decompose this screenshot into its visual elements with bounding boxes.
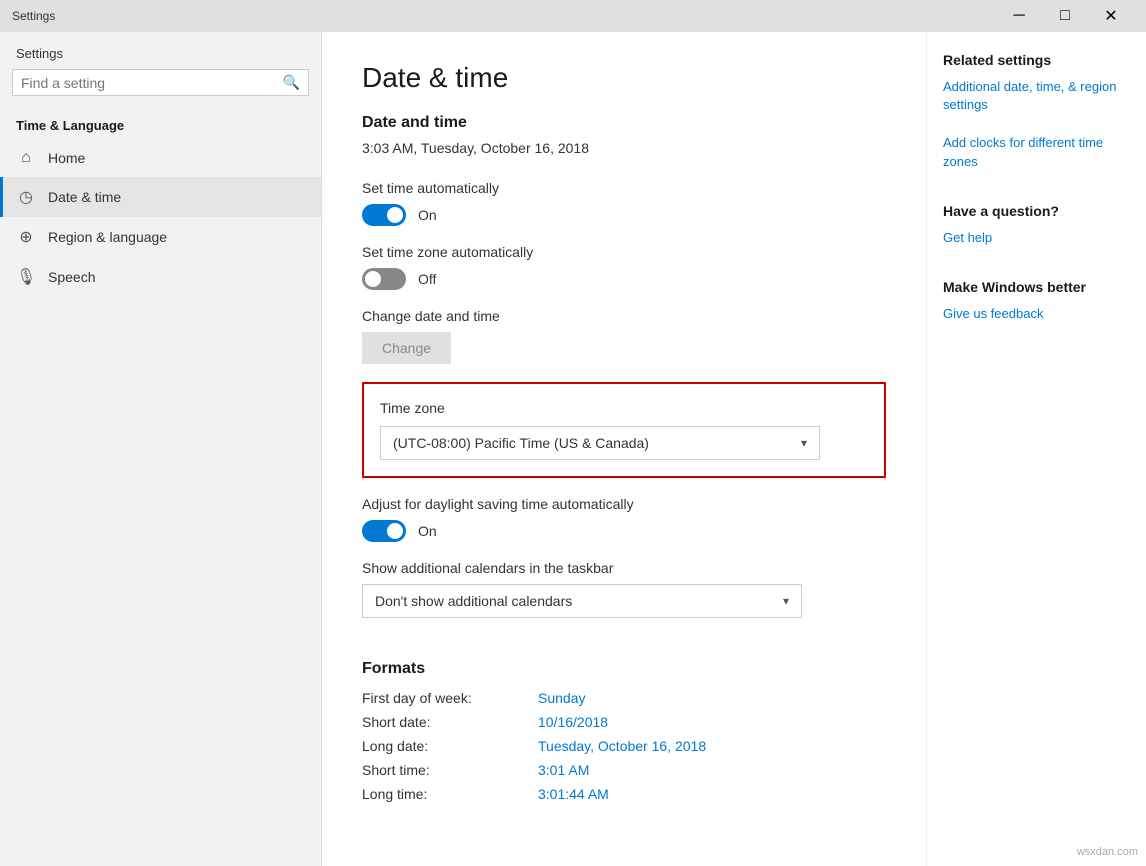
set-time-auto-value: On	[418, 207, 437, 223]
set-timezone-auto-toggle-row: Off	[362, 268, 886, 290]
calendar-label: Show additional calendars in the taskbar	[362, 560, 886, 576]
calendar-dropdown[interactable]: Don't show additional calendars ▾	[362, 584, 802, 618]
search-icon: 🔍	[283, 74, 300, 91]
sidebar-item-label-region: Region & language	[48, 229, 167, 245]
daylight-toggle-row: On	[362, 520, 886, 542]
calendar-value: Don't show additional calendars	[375, 593, 572, 609]
short-time-val[interactable]: 3:01 AM	[538, 762, 886, 778]
toggle-knob	[387, 207, 403, 223]
sidebar-title: Settings	[0, 32, 321, 69]
related-link-clocks[interactable]: Add clocks for different time zones	[943, 134, 1130, 170]
calendar-row: Show additional calendars in the taskbar…	[362, 560, 886, 618]
home-icon: ⌂	[16, 149, 36, 167]
sidebar-item-label-speech: Speech	[48, 269, 95, 285]
first-day-val[interactable]: Sunday	[538, 690, 886, 706]
clock-icon: ◷	[16, 187, 36, 207]
timezone-value: (UTC-08:00) Pacific Time (US & Canada)	[393, 435, 649, 451]
title-bar: Settings ─ □ ✕	[0, 0, 1146, 32]
toggle-knob-tz	[365, 271, 381, 287]
app-body: Settings 🔍 Time & Language ⌂ Home ◷ Date…	[0, 32, 1146, 866]
set-timezone-auto-value: Off	[418, 271, 436, 287]
sidebar-item-label-date-time: Date & time	[48, 189, 121, 205]
close-button[interactable]: ✕	[1088, 0, 1134, 32]
long-date-val[interactable]: Tuesday, October 16, 2018	[538, 738, 886, 754]
sidebar-item-speech[interactable]: 🎙 Speech	[0, 257, 321, 297]
get-help-link[interactable]: Get help	[943, 229, 1130, 247]
sidebar-item-label-home: Home	[48, 150, 85, 166]
related-settings-title: Related settings	[943, 52, 1130, 68]
sidebar-item-region[interactable]: ⊕ Region & language	[0, 217, 321, 257]
related-link-date-time[interactable]: Additional date, time, & region settings	[943, 78, 1130, 114]
daylight-toggle[interactable]	[362, 520, 406, 542]
sidebar-item-home[interactable]: ⌂ Home	[0, 139, 321, 177]
feedback-link[interactable]: Give us feedback	[943, 305, 1130, 323]
short-date-val[interactable]: 10/16/2018	[538, 714, 886, 730]
short-date-key: Short date:	[362, 714, 522, 730]
set-time-auto-toggle[interactable]	[362, 204, 406, 226]
set-time-auto-row: Set time automatically On	[362, 180, 886, 226]
set-time-auto-toggle-row: On	[362, 204, 886, 226]
sidebar: Settings 🔍 Time & Language ⌂ Home ◷ Date…	[0, 32, 322, 866]
change-button[interactable]: Change	[362, 332, 451, 364]
app-title: Settings	[12, 9, 55, 23]
speech-icon: 🎙	[16, 267, 36, 287]
formats-title: Formats	[362, 660, 886, 678]
daylight-row: Adjust for daylight saving time automati…	[362, 496, 886, 542]
maximize-button[interactable]: □	[1042, 0, 1088, 32]
right-panel: Related settings Additional date, time, …	[926, 32, 1146, 866]
region-icon: ⊕	[16, 227, 36, 247]
search-bar[interactable]: 🔍	[12, 69, 309, 96]
sidebar-item-date-time[interactable]: ◷ Date & time	[0, 177, 321, 217]
daylight-label: Adjust for daylight saving time automati…	[362, 496, 886, 512]
formats-grid: First day of week: Sunday Short date: 10…	[362, 690, 886, 802]
toggle-knob-dst	[387, 523, 403, 539]
set-timezone-auto-label: Set time zone automatically	[362, 244, 886, 260]
current-datetime: 3:03 AM, Tuesday, October 16, 2018	[362, 140, 886, 156]
main-content: Date & time Date and time 3:03 AM, Tuesd…	[322, 32, 926, 866]
daylight-value: On	[418, 523, 437, 539]
calendar-chevron-icon: ▾	[783, 594, 789, 608]
page-title: Date & time	[362, 62, 886, 94]
long-time-key: Long time:	[362, 786, 522, 802]
change-datetime-label: Change date and time	[362, 308, 886, 324]
set-timezone-auto-toggle[interactable]	[362, 268, 406, 290]
set-time-auto-label: Set time automatically	[362, 180, 886, 196]
minimize-button[interactable]: ─	[996, 0, 1042, 32]
search-input[interactable]	[21, 75, 283, 91]
timezone-section: Time zone (UTC-08:00) Pacific Time (US &…	[362, 382, 886, 478]
window-controls: ─ □ ✕	[996, 0, 1134, 32]
short-time-key: Short time:	[362, 762, 522, 778]
section-title: Date and time	[362, 114, 886, 132]
sidebar-section-label: Time & Language	[0, 108, 321, 139]
make-better-title: Make Windows better	[943, 279, 1130, 295]
chevron-down-icon: ▾	[801, 436, 807, 450]
first-day-key: First day of week:	[362, 690, 522, 706]
long-date-key: Long date:	[362, 738, 522, 754]
timezone-label: Time zone	[380, 400, 868, 416]
set-timezone-auto-row: Set time zone automatically Off	[362, 244, 886, 290]
long-time-val[interactable]: 3:01:44 AM	[538, 786, 886, 802]
timezone-dropdown[interactable]: (UTC-08:00) Pacific Time (US & Canada) ▾	[380, 426, 820, 460]
watermark: wsxdan.com	[1077, 846, 1138, 858]
change-datetime-row: Change date and time Change	[362, 308, 886, 364]
have-question-title: Have a question?	[943, 203, 1130, 219]
